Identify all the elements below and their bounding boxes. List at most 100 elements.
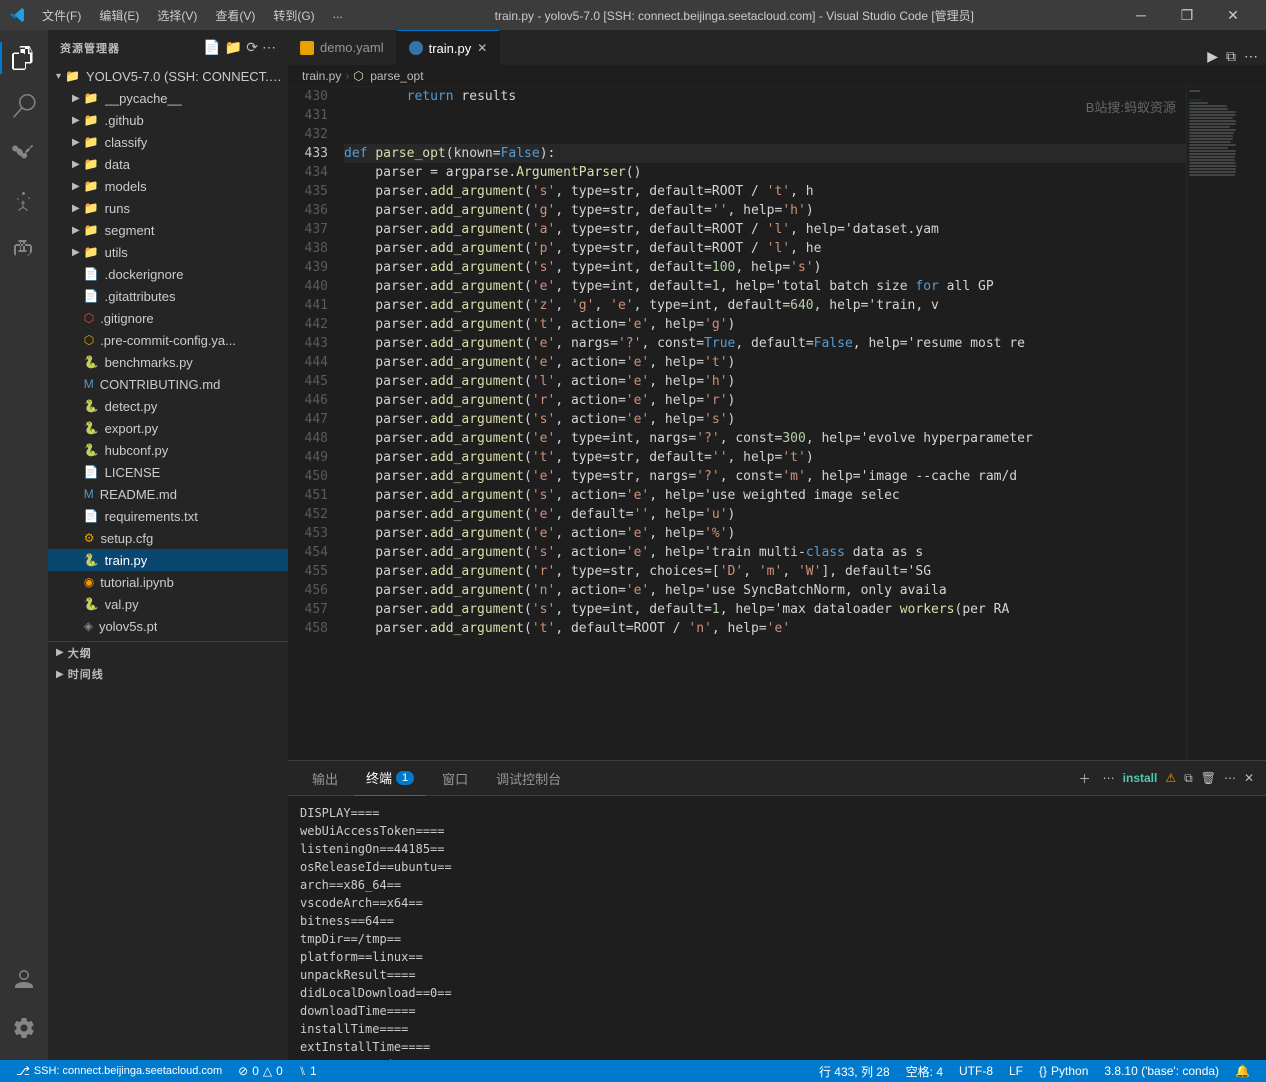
status-eol[interactable]: LF (1001, 1060, 1031, 1082)
panel-more-icon[interactable]: ⋯ (1103, 771, 1115, 785)
code-line-457[interactable]: parser.add_argument('s', type=int, defau… (344, 600, 1186, 619)
sidebar-item-export[interactable]: ▶ 🐍 export.py (48, 417, 288, 439)
code-line-434[interactable]: parser = argparse.ArgumentParser() (344, 163, 1186, 182)
refresh-icon[interactable]: ⟳ (246, 39, 258, 56)
new-folder-icon[interactable]: 📁 (225, 39, 242, 56)
close-button[interactable]: ✕ (1210, 0, 1256, 30)
panel-tab-window[interactable]: 窗口 (430, 761, 480, 796)
code-line-435[interactable]: parser.add_argument('s', type=str, defau… (344, 182, 1186, 201)
sidebar-item-val[interactable]: ▶ 🐍 val.py (48, 593, 288, 615)
sidebar-item-license[interactable]: ▶ 📄 LICENSE (48, 461, 288, 483)
code-line-446[interactable]: parser.add_argument('r', action='e', hel… (344, 391, 1186, 410)
sidebar-item-setup[interactable]: ▶ ⚙ setup.cfg (48, 527, 288, 549)
new-terminal-icon[interactable]: ＋ (1079, 770, 1091, 787)
status-notifications[interactable]: 🔔 (1227, 1060, 1258, 1082)
code-line-440[interactable]: parser.add_argument('e', type=int, defau… (344, 277, 1186, 296)
code-line-455[interactable]: parser.add_argument('r', type=str, choic… (344, 562, 1186, 581)
run-icon[interactable]: ▶ (1207, 48, 1218, 65)
terminal-actions-icon[interactable]: ⋯ (1224, 771, 1236, 785)
activity-extensions[interactable] (0, 226, 48, 274)
maximize-button[interactable]: ❐ (1164, 0, 1210, 30)
sidebar-section-timeline[interactable]: ▶ 时间线 (48, 663, 288, 685)
code-line-445[interactable]: parser.add_argument('l', action='e', hel… (344, 372, 1186, 391)
terminal-kill-icon[interactable]: 🗑 (1201, 771, 1216, 785)
sidebar-item-weights[interactable]: ▶ ◈ yolov5s.pt (48, 615, 288, 637)
sidebar-item-pycache[interactable]: ▶ 📁 __pycache__ (48, 87, 288, 109)
sidebar-item-utils[interactable]: ▶ 📁 utils (48, 241, 288, 263)
panel-tab-output[interactable]: 输出 (300, 761, 350, 796)
code-line-451[interactable]: parser.add_argument('s', action='e', hel… (344, 486, 1186, 505)
sidebar-item-dockerignore[interactable]: ▶ 📄 .dockerignore (48, 263, 288, 285)
activity-debug[interactable] (0, 178, 48, 226)
sidebar-item-data[interactable]: ▶ 📁 data (48, 153, 288, 175)
code-line-439[interactable]: parser.add_argument('s', type=int, defau… (344, 258, 1186, 277)
terminal-split-icon[interactable]: ⧉ (1184, 771, 1193, 786)
activity-search[interactable] (0, 82, 48, 130)
sidebar-item-train[interactable]: ▶ 🐍 train.py (48, 549, 288, 571)
code-line-437[interactable]: parser.add_argument('a', type=str, defau… (344, 220, 1186, 239)
code-area[interactable]: return results def parse_opt(known=False… (336, 87, 1186, 760)
sidebar-item-detect[interactable]: ▶ 🐍 detect.py (48, 395, 288, 417)
code-line-438[interactable]: parser.add_argument('p', type=str, defau… (344, 239, 1186, 258)
code-line-448[interactable]: parser.add_argument('e', type=int, nargs… (344, 429, 1186, 448)
terminal-close-icon[interactable]: ✕ (1244, 771, 1254, 785)
breadcrumb-file[interactable]: train.py (302, 69, 341, 83)
sidebar-section-outline[interactable]: ▶ 大纲 (48, 641, 288, 663)
panel-tab-terminal[interactable]: 终端 1 (354, 761, 426, 796)
status-python-version[interactable]: 3.8.10 ('base': conda) (1096, 1060, 1227, 1082)
sidebar-item-github[interactable]: ▶ 📁 .github (48, 109, 288, 131)
code-line-433[interactable]: def parse_opt(known=False): (344, 144, 1186, 163)
status-position[interactable]: 行 433, 列 28 (811, 1060, 898, 1082)
breadcrumb-symbol[interactable]: ⬡ parse_opt (353, 69, 423, 83)
more-actions-icon[interactable]: ⋯ (1244, 48, 1258, 65)
activity-explorer[interactable] (0, 34, 48, 82)
minimize-button[interactable]: ─ (1118, 0, 1164, 30)
menu-select[interactable]: 选择(V) (149, 5, 205, 26)
sidebar-item-requirements[interactable]: ▶ 📄 requirements.txt (48, 505, 288, 527)
menu-goto[interactable]: 转到(G) (265, 5, 322, 26)
sidebar-item-gitattributes[interactable]: ▶ 📄 .gitattributes (48, 285, 288, 307)
code-line-458[interactable]: parser.add_argument('t', default=ROOT / … (344, 619, 1186, 638)
tree-root[interactable]: ▾ 📁 YOLOV5-7.0 (SSH: CONNECT.BEI...) (48, 65, 288, 87)
code-line-453[interactable]: parser.add_argument('e', action='e', hel… (344, 524, 1186, 543)
code-line-450[interactable]: parser.add_argument('e', type=str, nargs… (344, 467, 1186, 486)
code-line-444[interactable]: parser.add_argument('e', action='e', hel… (344, 353, 1186, 372)
code-line-430[interactable]: return results (344, 87, 1186, 106)
tab-trainpy[interactable]: train.py ✕ (397, 30, 501, 65)
tab-demoyaml[interactable]: demo.yaml (288, 30, 397, 65)
status-spaces[interactable]: 空格: 4 (898, 1060, 951, 1082)
code-line-447[interactable]: parser.add_argument('s', action='e', hel… (344, 410, 1186, 429)
code-line-441[interactable]: parser.add_argument('z', 'g', 'e', type=… (344, 296, 1186, 315)
status-sync[interactable]: ⑊ 1 (291, 1060, 325, 1082)
status-language[interactable]: {} Python (1031, 1060, 1096, 1082)
sidebar-item-tutorial[interactable]: ▶ ◉ tutorial.ipynb (48, 571, 288, 593)
code-line-456[interactable]: parser.add_argument('n', action='e', hel… (344, 581, 1186, 600)
code-line-454[interactable]: parser.add_argument('s', action='e', hel… (344, 543, 1186, 562)
code-line-436[interactable]: parser.add_argument('g', type=str, defau… (344, 201, 1186, 220)
sidebar-item-classify[interactable]: ▶ 📁 classify (48, 131, 288, 153)
new-file-icon[interactable]: 📄 (203, 39, 220, 56)
status-errors[interactable]: ⊘ 0 △ 0 (230, 1060, 291, 1082)
code-line-431[interactable] (344, 106, 1186, 125)
tab-close-icon[interactable]: ✕ (477, 41, 487, 55)
sidebar-item-segment[interactable]: ▶ 📁 segment (48, 219, 288, 241)
activity-scm[interactable] (0, 130, 48, 178)
activity-settings[interactable] (0, 1004, 48, 1052)
sidebar-item-readme[interactable]: ▶ M README.md (48, 483, 288, 505)
sidebar-item-models[interactable]: ▶ 📁 models (48, 175, 288, 197)
collapse-all-icon[interactable]: ⋯ (262, 39, 276, 56)
sidebar-item-hubconf[interactable]: ▶ 🐍 hubconf.py (48, 439, 288, 461)
code-line-449[interactable]: parser.add_argument('t', type=str, defau… (344, 448, 1186, 467)
status-encoding[interactable]: UTF-8 (951, 1060, 1001, 1082)
split-editor-icon[interactable]: ⧉ (1226, 48, 1236, 65)
menu-view[interactable]: 查看(V) (207, 5, 263, 26)
code-line-442[interactable]: parser.add_argument('t', action='e', hel… (344, 315, 1186, 334)
sidebar-item-gitignore[interactable]: ▶ ⬡ .gitignore (48, 307, 288, 329)
menu-more[interactable]: ... (325, 5, 351, 26)
code-line-432[interactable] (344, 125, 1186, 144)
menu-file[interactable]: 文件(F) (34, 5, 89, 26)
sidebar-item-benchmarks[interactable]: ▶ 🐍 benchmarks.py (48, 351, 288, 373)
panel-tab-debug[interactable]: 调试控制台 (484, 761, 573, 796)
menu-edit[interactable]: 编辑(E) (91, 5, 147, 26)
sidebar-item-precommit[interactable]: ▶ ⬡ .pre-commit-config.ya... (48, 329, 288, 351)
